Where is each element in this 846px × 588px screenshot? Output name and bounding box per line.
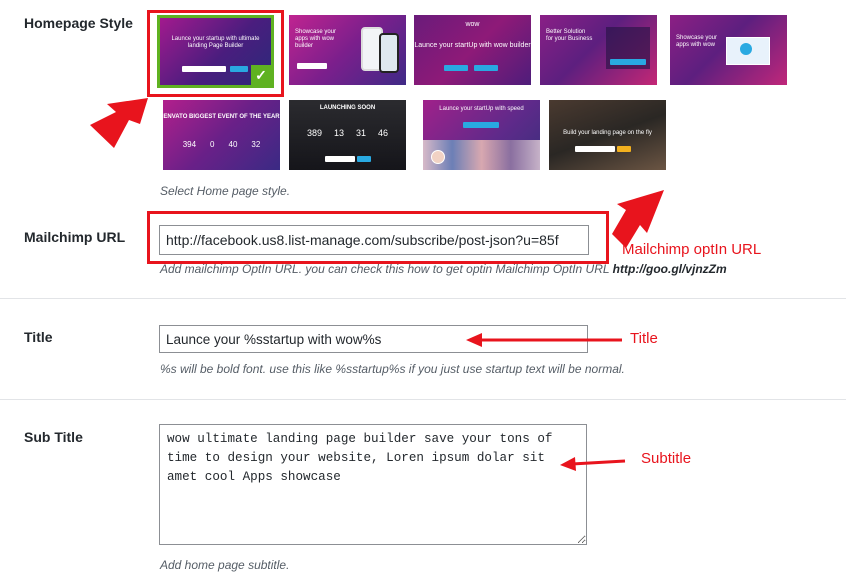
avatar: [431, 150, 445, 164]
countdown-seconds: 46: [378, 128, 389, 138]
arrow-icon: [612, 190, 664, 248]
style-thumbnail-7[interactable]: LAUNCHING SOON 389 13 31 46: [289, 100, 406, 170]
thumbnail-title: Launce your startUp with speed: [439, 106, 524, 112]
title-description: %s will be bold font. use this like %sst…: [160, 362, 625, 376]
subtitle-annotation-text: Subtitle: [641, 450, 692, 467]
thumbnail-logo: wow: [465, 21, 480, 28]
mailchimp-url-label: Mailchimp URL: [24, 229, 126, 245]
phone-icon: [379, 33, 399, 73]
style-thumbnail-5[interactable]: Showcase your apps with wow: [670, 15, 787, 85]
style-thumbnail-2[interactable]: Showcase your apps with wow builder: [289, 15, 406, 85]
homepage-style-label: Homepage Style: [24, 15, 133, 31]
countdown-minutes: 40: [228, 140, 238, 149]
style-thumbnail-8[interactable]: Launce your startUp with speed: [423, 100, 540, 170]
countdown-days: 394: [182, 140, 197, 149]
thumbnail-title: Better Solution for your Business: [546, 29, 593, 42]
countdown-seconds: 32: [251, 140, 261, 149]
thumbnail-button: [617, 146, 631, 152]
thumbnail-input-bar: [297, 63, 327, 69]
style-thumbnail-6[interactable]: ENVATO BIGGEST EVENT OF THE YEAR 394 0 4…: [163, 100, 280, 170]
style-thumbnail-4[interactable]: Better Solution for your Business: [540, 15, 657, 85]
mailchimp-description-text: Add mailchimp OptIn URL. you can check t…: [160, 262, 610, 276]
subtitle-description: Add home page subtitle.: [160, 558, 290, 572]
section-divider: [0, 399, 846, 400]
thumbnail-title: Showcase your apps with wow builder: [295, 29, 337, 49]
subtitle-label: Sub Title: [24, 429, 83, 445]
thumbnail-title: Showcase your apps with wow: [676, 35, 718, 48]
thumbnail-button-2: [474, 65, 498, 71]
title-input[interactable]: [159, 325, 588, 353]
title-label: Title: [24, 329, 53, 345]
countdown-hours: 13: [333, 128, 344, 138]
mailchimp-annotation-text: Mailchimp optIn URL: [622, 241, 762, 258]
title-annotation-text: Title: [630, 330, 658, 347]
countdown-hours: 0: [210, 140, 215, 149]
arrow-icon: [90, 98, 148, 148]
thumbnail-button-1: [444, 65, 468, 71]
thumbnail-button: [610, 59, 646, 65]
thumbnail-button: [463, 122, 499, 128]
thumbnail-input-bar: [325, 156, 355, 162]
thumbnail-title: ENVATO BIGGEST EVENT OF THE YEAR: [163, 114, 280, 120]
mailchimp-help-link[interactable]: http://goo.gl/vjnzZm: [613, 262, 727, 276]
play-icon: [740, 43, 752, 55]
countdown-days: 389: [306, 128, 322, 138]
thumbnail-title: Build your landing page on the fly: [563, 130, 652, 136]
style-thumbnail-9[interactable]: Build your landing page on the fly: [549, 100, 666, 170]
thumbnail-title: Launce your startUp with wow builder: [414, 42, 531, 49]
style-thumbnail-3[interactable]: wow Launce your startUp with wow builder: [414, 15, 531, 85]
homepage-style-highlight-box: [147, 10, 284, 97]
mailchimp-url-description: Add mailchimp OptIn URL. you can check t…: [160, 262, 727, 276]
homepage-style-description: Select Home page style.: [160, 184, 291, 198]
mailchimp-highlight-box: [147, 211, 609, 264]
thumbnail-button: [357, 156, 371, 162]
countdown-minutes: 31: [356, 128, 367, 138]
thumbnail-input-bar: [575, 146, 615, 152]
thumbnail-title: LAUNCHING SOON: [319, 105, 376, 111]
subtitle-textarea[interactable]: wow ultimate landing page builder save y…: [159, 424, 587, 545]
countdown: 389 13 31 46: [289, 128, 406, 138]
section-divider: [0, 298, 846, 299]
countdown: 394 0 40 32: [163, 140, 280, 149]
